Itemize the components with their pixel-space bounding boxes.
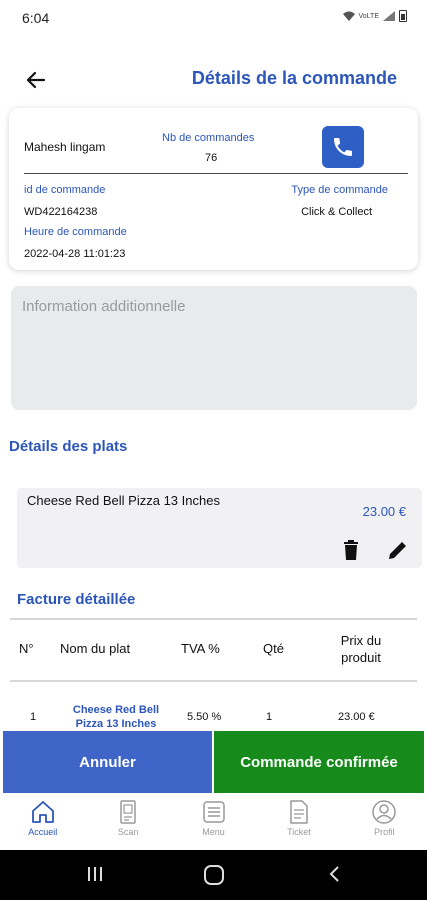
order-time-label: Heure de commande	[24, 226, 127, 238]
nav-label-profile: Profil	[374, 827, 395, 837]
header-product-price: Prix du produit	[340, 633, 382, 665]
nav-label-ticket: Ticket	[287, 827, 311, 837]
order-time-value: 2022-04-28 11:01:23	[24, 248, 126, 260]
order-id-value: WD422164238	[24, 206, 98, 218]
nav-item-ticket[interactable]: Ticket	[256, 795, 341, 850]
signal-icon	[383, 11, 395, 21]
status-icons: VoLTE	[342, 10, 407, 22]
row-quantity: 1	[266, 711, 273, 723]
dishes-section-title: Détails des plats	[9, 438, 128, 455]
row-number: 1	[30, 711, 37, 723]
app-header: Détails de la commande	[0, 56, 427, 102]
nav-item-menu[interactable]: Menu	[171, 795, 256, 850]
menu-icon	[202, 801, 225, 823]
table-top-divider	[10, 618, 417, 620]
header-tva: TVA %	[181, 641, 220, 656]
page-title: Détails de la commande	[191, 68, 397, 88]
confirm-order-button[interactable]: Commande confirmée	[214, 731, 424, 793]
header-number: N°	[19, 641, 34, 656]
invoice-section-title: Facture détaillée	[17, 591, 136, 608]
table-header-divider	[10, 680, 417, 682]
ticket-icon	[290, 800, 308, 824]
profile-icon	[372, 800, 397, 824]
order-type-label: Type de commande	[291, 184, 388, 196]
nav-label-menu: Menu	[202, 827, 225, 837]
wifi-icon	[342, 11, 355, 21]
card-divider	[24, 173, 408, 174]
order-id-label: id de commande	[24, 184, 106, 196]
back-arrow-icon[interactable]	[22, 66, 50, 94]
home-button-icon[interactable]	[203, 864, 225, 886]
cancel-button[interactable]: Annuler	[3, 731, 212, 793]
orders-count-label: Nb de commandes	[162, 132, 255, 144]
order-type-value: Click & Collect	[301, 206, 372, 218]
scan-icon	[120, 800, 136, 824]
status-time: 6:04	[22, 10, 50, 26]
dish-price: 23.00 €	[362, 504, 406, 519]
header-dish-name: Nom du plat	[60, 641, 131, 656]
nav-item-profile[interactable]: Profil	[342, 795, 427, 850]
nav-label-home: Accueil	[28, 827, 58, 837]
system-back-icon[interactable]	[325, 864, 345, 884]
customer-name: Mahesh lingam	[24, 140, 106, 154]
row-tva: 5.50 %	[187, 711, 222, 723]
phone-icon	[334, 138, 352, 156]
dish-item: Cheese Red Bell Pizza 13 Inches 23.00 €	[17, 488, 422, 568]
row-price: 23.00 €	[338, 711, 375, 723]
call-button[interactable]	[322, 126, 364, 168]
action-bar: Annuler Commande confirmée	[3, 731, 424, 793]
bottom-navigation: Accueil Scan Menu Ticket Profil	[0, 795, 427, 850]
delete-icon[interactable]	[343, 540, 359, 560]
nav-label-scan: Scan	[117, 827, 139, 837]
recent-apps-icon[interactable]	[85, 864, 105, 884]
row-dish-name[interactable]: Cheese Red Bell Pizza 13 Inches	[64, 703, 168, 731]
nav-item-home[interactable]: Accueil	[0, 795, 85, 850]
orders-count-value: 76	[205, 152, 218, 164]
status-bar: 6:04 VoLTE	[0, 0, 427, 36]
network-type-label: VoLTE	[358, 12, 380, 20]
additional-info-field[interactable]	[11, 286, 417, 410]
battery-icon	[399, 10, 407, 22]
home-icon	[31, 801, 54, 823]
header-quantity: Qté	[263, 641, 284, 656]
dish-name: Cheese Red Bell Pizza 13 Inches	[27, 493, 220, 508]
edit-pencil-icon[interactable]	[388, 540, 408, 560]
system-navigation-bar	[0, 850, 427, 900]
nav-item-scan[interactable]: Scan	[85, 795, 170, 850]
order-summary-card: Mahesh lingam Nb de commandes 76 id de c…	[9, 108, 418, 270]
